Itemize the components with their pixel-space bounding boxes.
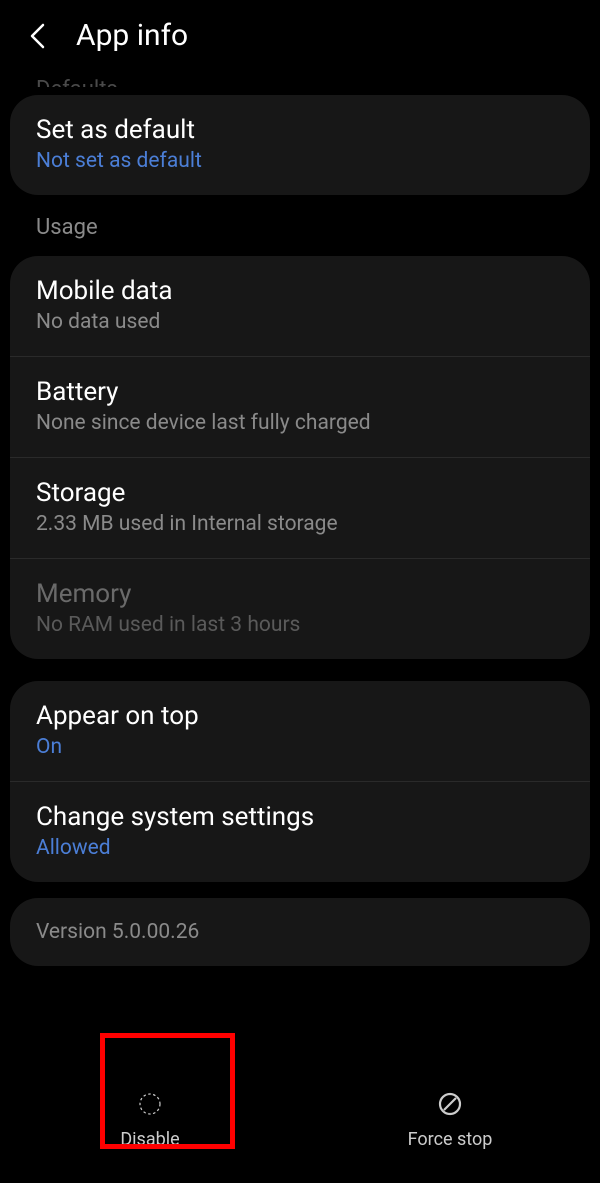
back-icon[interactable] (24, 22, 52, 50)
mobile-data-subtitle: No data used (36, 310, 564, 334)
mobile-data-item[interactable]: Mobile data No data used (10, 256, 590, 357)
storage-title: Storage (36, 478, 564, 508)
mobile-data-title: Mobile data (36, 276, 564, 306)
bottom-action-bar: Disable Force stop (0, 1055, 600, 1183)
memory-item: Memory No RAM used in last 3 hours (10, 559, 590, 659)
storage-subtitle: 2.33 MB used in Internal storage (36, 512, 564, 536)
change-system-settings-subtitle: Allowed (36, 836, 564, 860)
appear-on-top-subtitle: On (36, 735, 564, 759)
memory-title: Memory (36, 579, 564, 609)
usage-card: Mobile data No data used Battery None si… (10, 256, 590, 659)
section-header-defaults-cutoff: Defaults (0, 77, 600, 87)
defaults-card: Set as default Not set as default (10, 95, 590, 195)
usage-section-header: Usage (0, 215, 600, 248)
battery-title: Battery (36, 377, 564, 407)
change-system-settings-item[interactable]: Change system settings Allowed (10, 782, 590, 882)
version-card: Version 5.0.00.26 (10, 898, 590, 966)
storage-item[interactable]: Storage 2.33 MB used in Internal storage (10, 458, 590, 559)
change-system-settings-title: Change system settings (36, 802, 564, 832)
battery-subtitle: None since device last fully charged (36, 411, 564, 435)
appear-on-top-item[interactable]: Appear on top On (10, 681, 590, 782)
force-stop-label: Force stop (408, 1129, 493, 1150)
header: App info (0, 0, 600, 63)
set-as-default-title: Set as default (36, 115, 564, 145)
disable-icon (135, 1089, 165, 1119)
set-as-default-subtitle: Not set as default (36, 149, 564, 173)
force-stop-icon (435, 1089, 465, 1119)
appear-on-top-title: Appear on top (36, 701, 564, 731)
disable-label: Disable (120, 1129, 179, 1150)
page-title: App info (76, 18, 188, 53)
disable-button[interactable]: Disable (0, 1055, 300, 1183)
battery-item[interactable]: Battery None since device last fully cha… (10, 357, 590, 458)
advanced-card: Appear on top On Change system settings … (10, 681, 590, 882)
version-text: Version 5.0.00.26 (36, 920, 564, 944)
set-as-default-item[interactable]: Set as default Not set as default (10, 95, 590, 195)
memory-subtitle: No RAM used in last 3 hours (36, 613, 564, 637)
force-stop-button[interactable]: Force stop (300, 1055, 600, 1183)
